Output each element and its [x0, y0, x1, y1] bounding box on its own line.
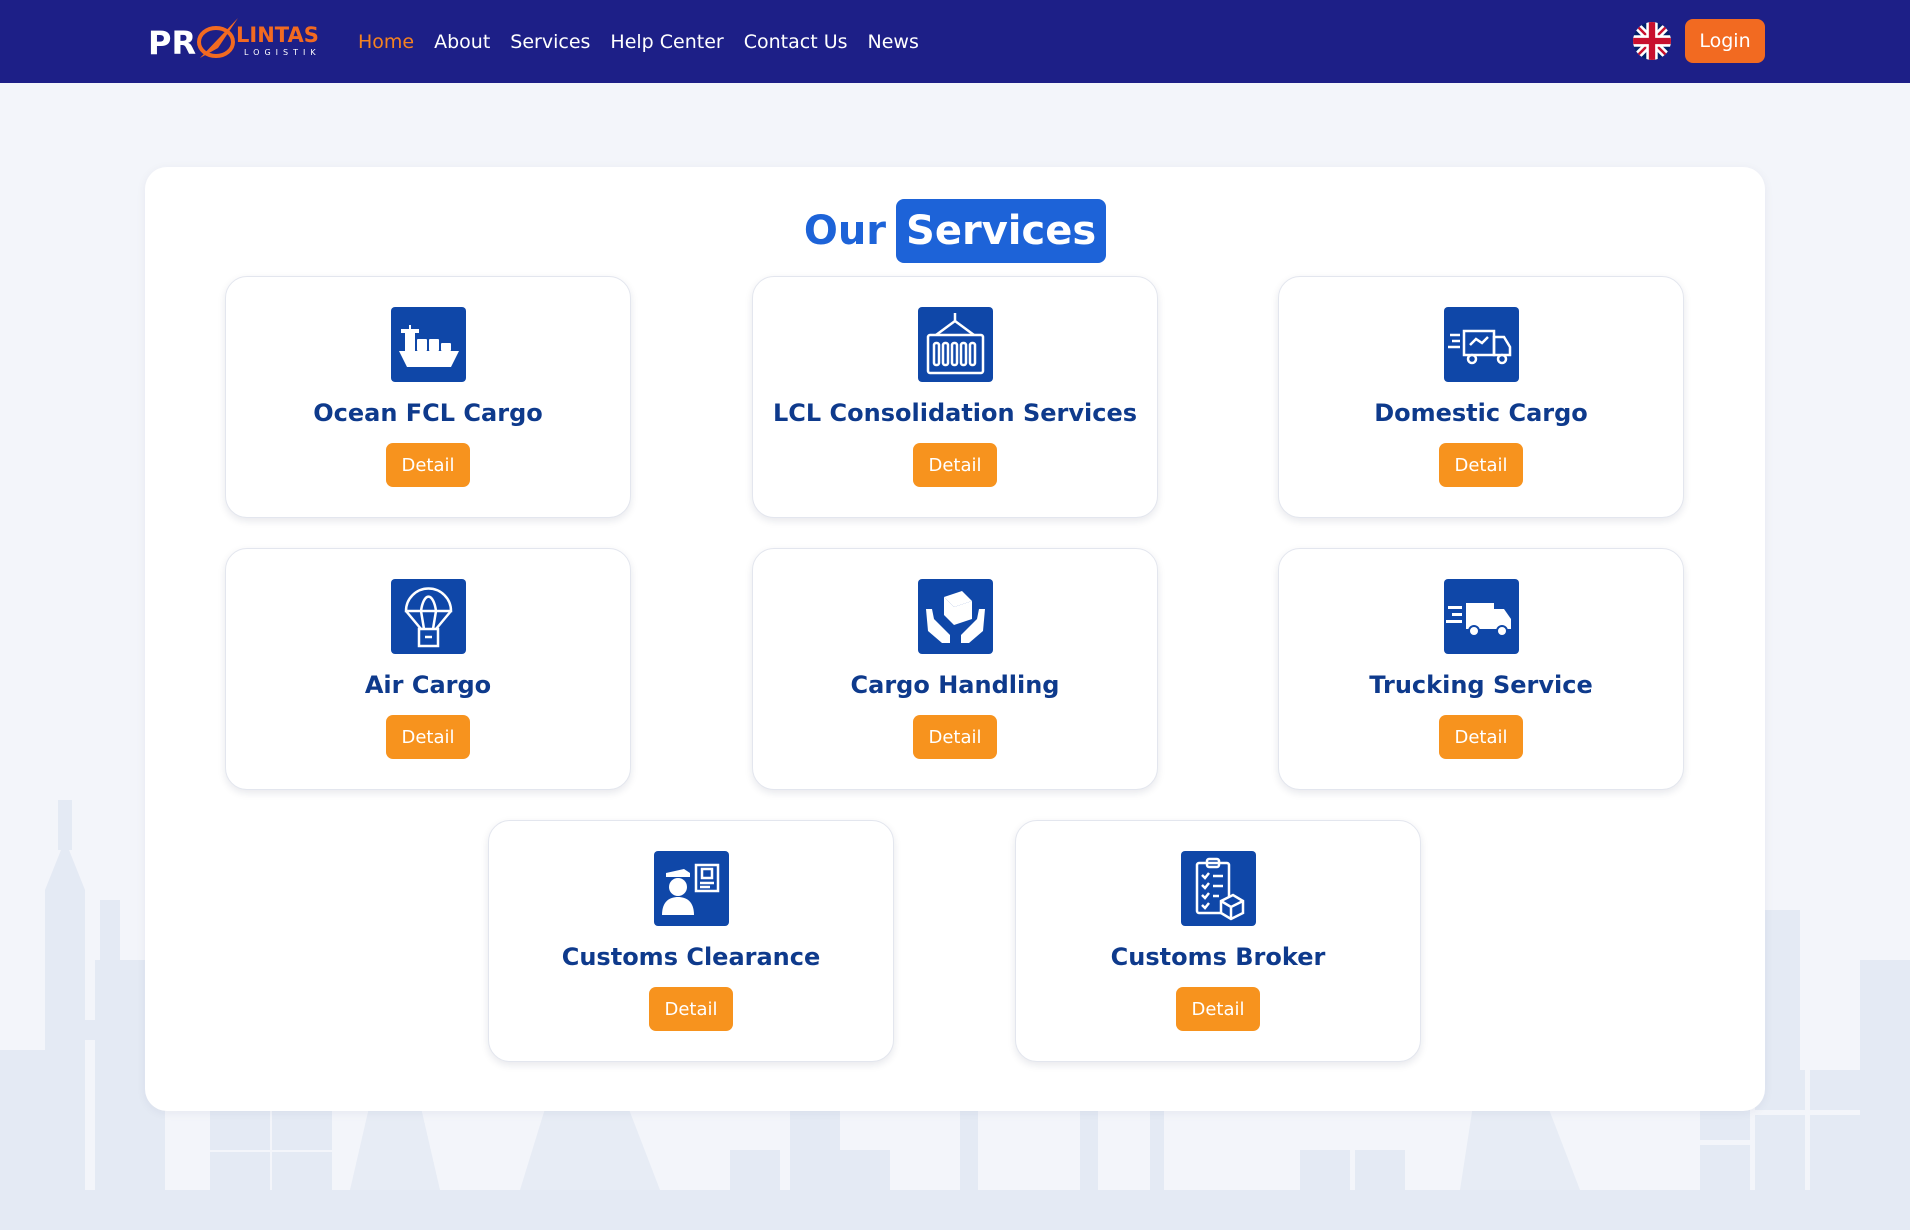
- service-card-ocean-fcl-cargo: Ocean FCL Cargo Detail: [225, 276, 631, 518]
- service-name: Ocean FCL Cargo: [313, 399, 543, 427]
- nav-services[interactable]: Services: [510, 31, 590, 53]
- service-card-air-cargo: Air Cargo Detail: [225, 548, 631, 790]
- services-panel: Our Services Ocean FCL Cargo Detail LCL …: [145, 167, 1765, 1111]
- detail-button[interactable]: Detail: [913, 715, 997, 759]
- svg-text:PR: PR: [148, 24, 196, 62]
- service-name: Domestic Cargo: [1374, 399, 1588, 427]
- nav-menu: Home About Services Help Center Contact …: [358, 0, 939, 83]
- nav-news[interactable]: News: [868, 31, 919, 53]
- service-name: Cargo Handling: [850, 671, 1060, 699]
- nav-contact-us[interactable]: Contact Us: [744, 31, 848, 53]
- detail-button[interactable]: Detail: [386, 443, 470, 487]
- title-services-highlight: Services: [896, 199, 1107, 263]
- svg-text:LOGISTIK: LOGISTIK: [244, 48, 321, 57]
- detail-button[interactable]: Detail: [1176, 987, 1260, 1031]
- service-card-cargo-handling: Cargo Handling Detail: [752, 548, 1158, 790]
- service-name: Air Cargo: [364, 671, 492, 699]
- hands-box-icon: [918, 579, 993, 654]
- uk-flag-icon[interactable]: [1633, 22, 1671, 60]
- service-card-domestic-cargo: Domestic Cargo Detail: [1278, 276, 1684, 518]
- cargo-ship-icon: [391, 307, 466, 382]
- detail-button[interactable]: Detail: [1439, 715, 1523, 759]
- detail-button[interactable]: Detail: [913, 443, 997, 487]
- title-our: Our: [803, 208, 887, 254]
- container-icon: [918, 307, 993, 382]
- service-name: Trucking Service: [1369, 671, 1593, 699]
- detail-button[interactable]: Detail: [1439, 443, 1523, 487]
- fast-truck-icon: [1444, 579, 1519, 654]
- parachute-package-icon: [391, 579, 466, 654]
- service-name: LCL Consolidation Services: [772, 399, 1138, 427]
- login-button[interactable]: Login: [1685, 19, 1765, 63]
- service-card-customs-clearance: Customs Clearance Detail: [488, 820, 894, 1062]
- customs-officer-icon: [654, 851, 729, 926]
- service-name: Customs Broker: [1110, 943, 1326, 971]
- top-navbar: PR LINTAS LOGISTIK Home About Services H…: [0, 0, 1910, 83]
- service-card-trucking-service: Trucking Service Detail: [1278, 548, 1684, 790]
- nav-about[interactable]: About: [434, 31, 490, 53]
- svg-text:LINTAS: LINTAS: [236, 23, 319, 47]
- clipboard-checklist-icon: [1181, 851, 1256, 926]
- service-name: Customs Clearance: [561, 943, 821, 971]
- nav-home[interactable]: Home: [358, 31, 414, 53]
- detail-button[interactable]: Detail: [386, 715, 470, 759]
- detail-button[interactable]: Detail: [649, 987, 733, 1031]
- service-card-lcl-consolidation: LCL Consolidation Services Detail: [752, 276, 1158, 518]
- section-title: Our Services: [145, 199, 1765, 263]
- delivery-truck-icon: [1444, 307, 1519, 382]
- nav-help-center[interactable]: Help Center: [610, 31, 723, 53]
- brand-logo[interactable]: PR LINTAS LOGISTIK: [148, 14, 334, 64]
- service-card-customs-broker: Customs Broker Detail: [1015, 820, 1421, 1062]
